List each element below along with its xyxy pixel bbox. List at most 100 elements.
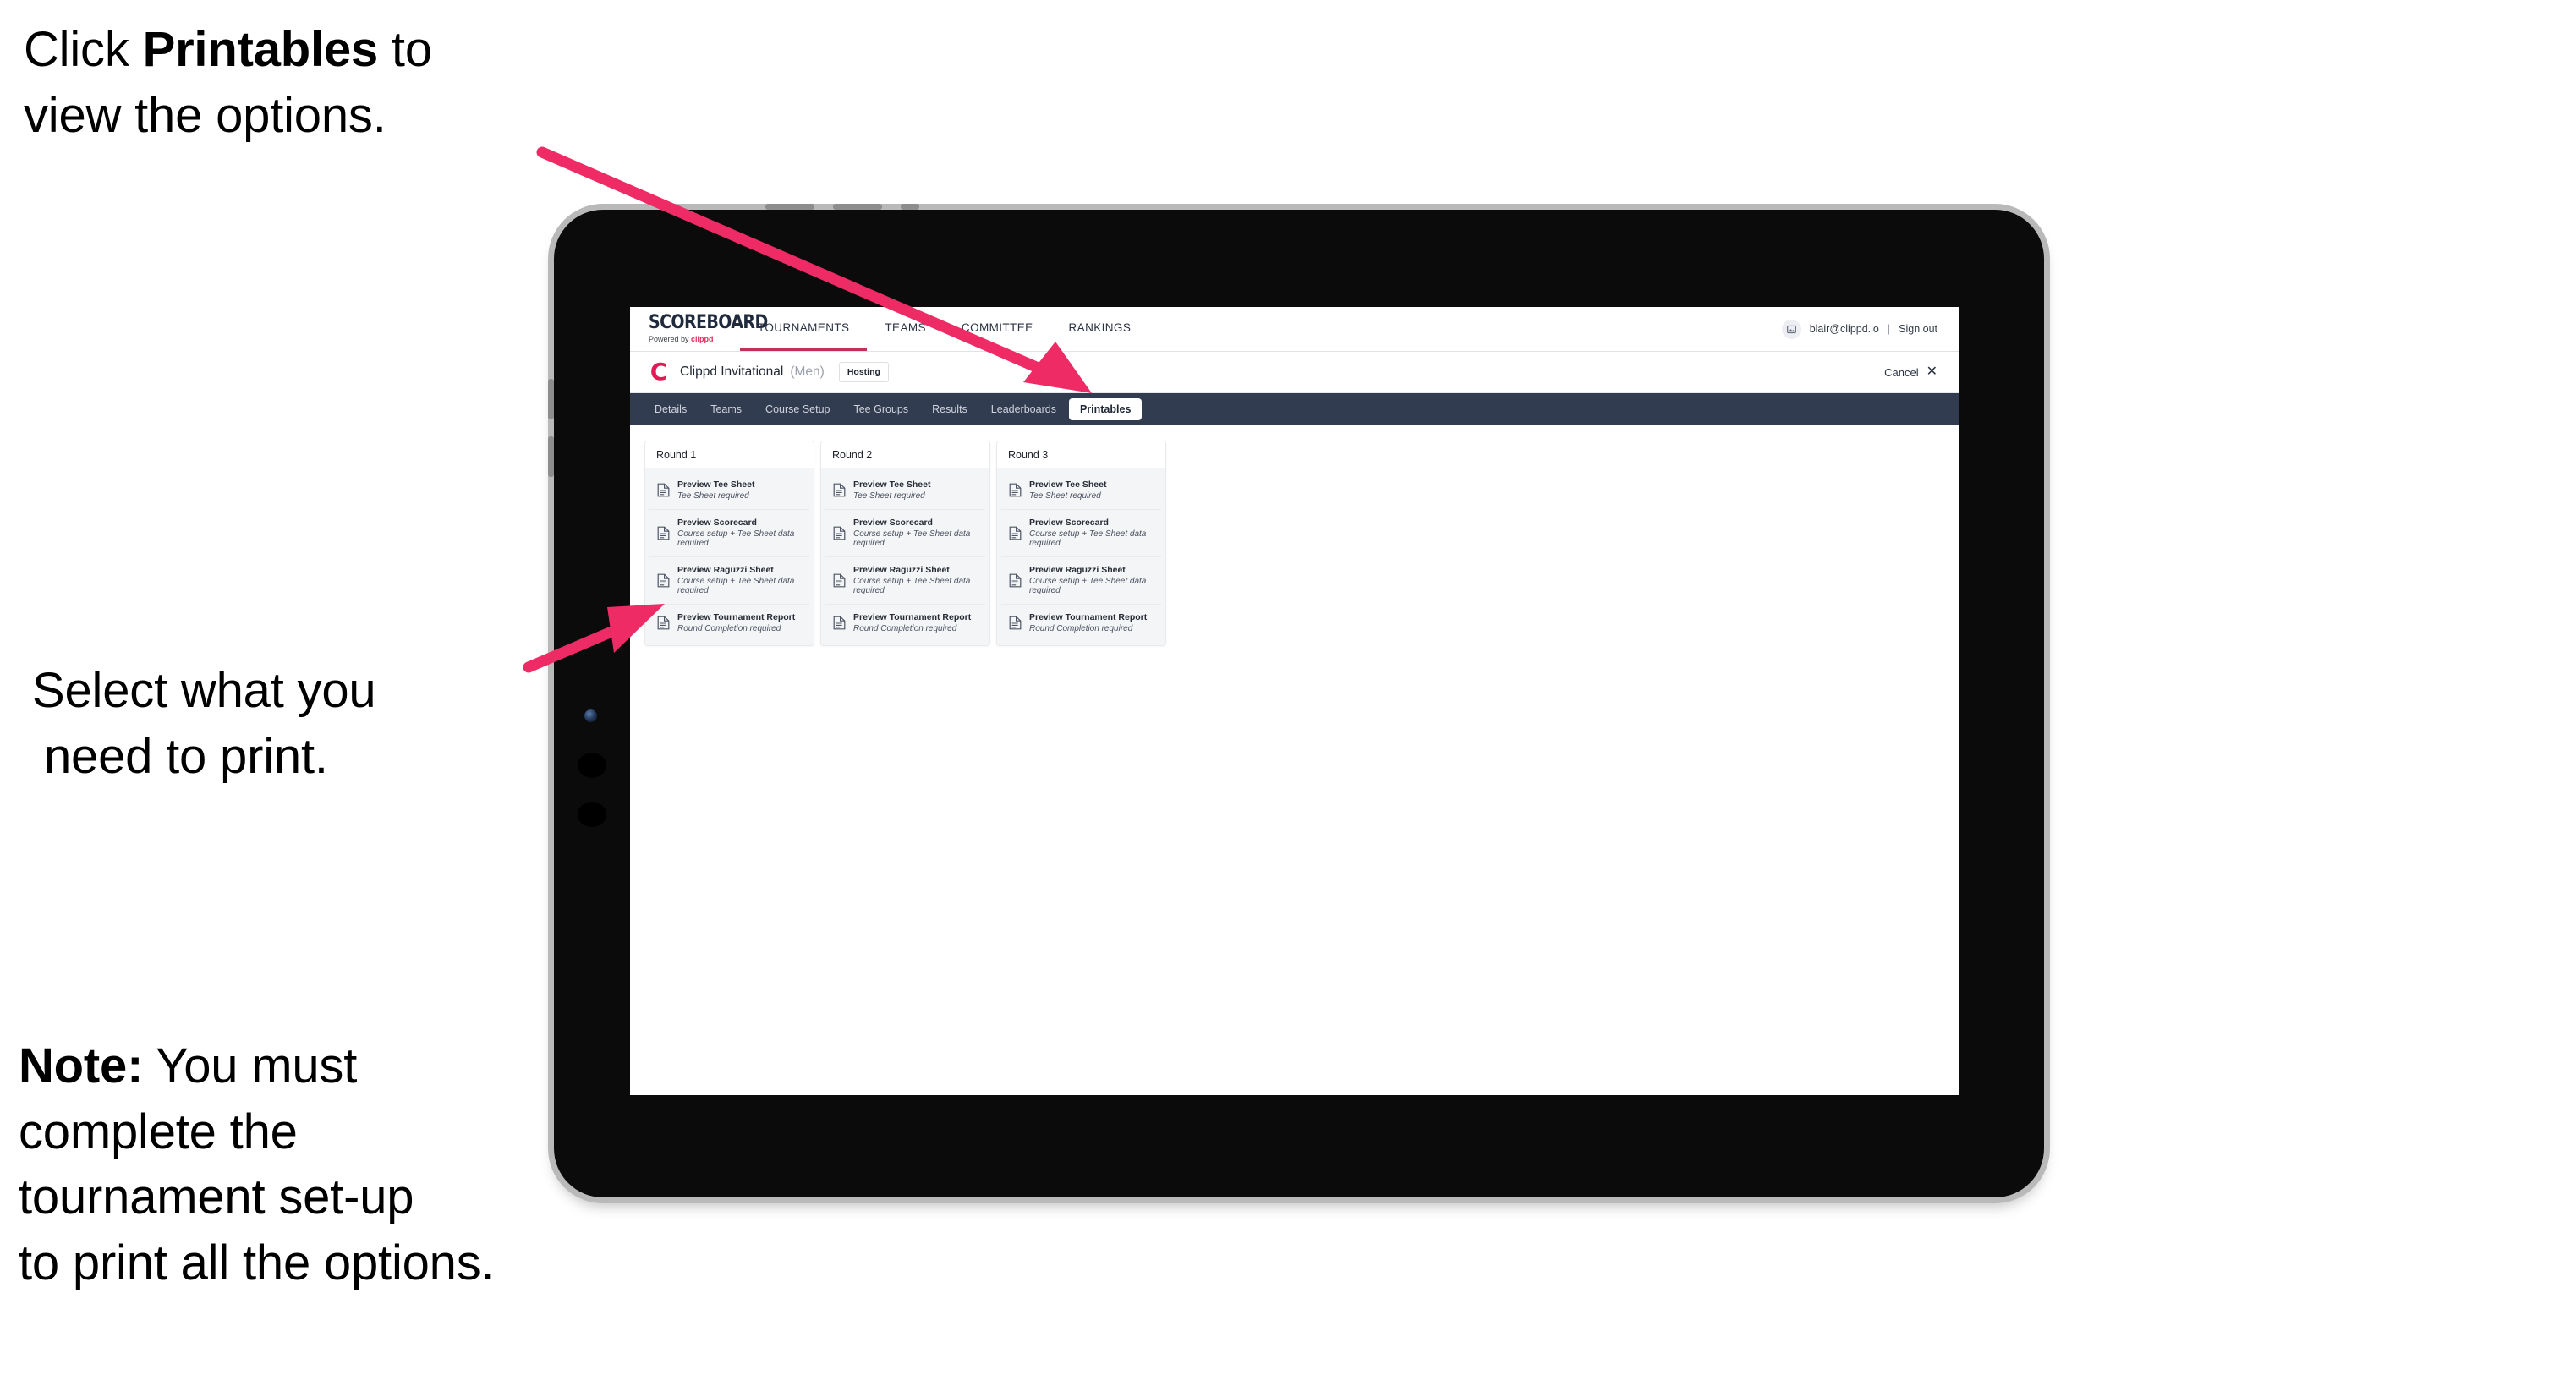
- list-item[interactable]: Preview Tee Sheet Tee Sheet required: [825, 472, 985, 510]
- tab-printables[interactable]: Printables: [1068, 398, 1143, 420]
- list-item[interactable]: Preview Tournament Report Round Completi…: [649, 604, 809, 642]
- scoreboard-logo[interactable]: SCOREBOARD Powered by clippd: [630, 307, 768, 351]
- list-item-title: Preview Tee Sheet: [677, 479, 755, 490]
- top-brand-bar: SCOREBOARD Powered by clippd TOURNAMENTS…: [630, 307, 1959, 352]
- left-button-notch-2: [548, 436, 554, 477]
- tab-teams[interactable]: Teams: [699, 398, 753, 420]
- tournament-header-bar: C Clippd Invitational (Men) Hosting Canc…: [630, 352, 1959, 393]
- tab-tee-groups[interactable]: Tee Groups: [842, 398, 919, 420]
- document-icon: [657, 483, 670, 497]
- list-item-subtitle: Tee Sheet required: [677, 491, 749, 501]
- list-item-text: Preview Raguzzi Sheet Course setup + Tee…: [853, 565, 978, 596]
- document-icon: [833, 573, 846, 588]
- tournament-gender: (Men): [790, 364, 825, 379]
- callout2-line2: need to print.: [44, 728, 328, 784]
- round-title: Round 2: [821, 441, 989, 468]
- list-item-text: Preview Raguzzi Sheet Course setup + Tee…: [677, 565, 803, 596]
- document-icon: [1009, 573, 1022, 588]
- list-item-title: Preview Raguzzi Sheet: [677, 564, 774, 575]
- list-item[interactable]: Preview Tee Sheet Tee Sheet required: [1001, 472, 1161, 510]
- tournament-subnav: Details Teams Course Setup Tee Groups Re…: [630, 393, 1959, 425]
- clippd-c-letter: C: [649, 358, 668, 386]
- scoreboard-wordmark: SCOREBOARD: [649, 311, 768, 333]
- left-button-notch-1: [548, 379, 554, 419]
- list-item-subtitle: Round Completion required: [853, 623, 957, 633]
- list-item[interactable]: Preview Raguzzi Sheet Course setup + Tee…: [649, 556, 809, 605]
- list-item[interactable]: Preview Tee Sheet Tee Sheet required: [649, 472, 809, 510]
- top-button-notch-2: [833, 204, 882, 210]
- document-icon: [1009, 526, 1022, 540]
- round-items-list: Preview Tee Sheet Tee Sheet required Pre…: [821, 468, 989, 646]
- nav-item-teams[interactable]: TEAMS: [867, 307, 944, 351]
- list-item-title: Preview Tournament Report: [1029, 611, 1148, 622]
- callout3-rest: You must: [143, 1038, 358, 1093]
- nav-item-committee[interactable]: COMMITTEE: [944, 307, 1051, 351]
- round-items-list: Preview Tee Sheet Tee Sheet required Pre…: [997, 468, 1165, 646]
- list-item[interactable]: Preview Tournament Report Round Completi…: [825, 604, 985, 642]
- list-item-subtitle: Course setup + Tee Sheet data required: [853, 576, 971, 596]
- list-item-subtitle: Course setup + Tee Sheet data required: [677, 576, 795, 596]
- list-item[interactable]: Preview Raguzzi Sheet Course setup + Tee…: [1001, 556, 1161, 605]
- list-item[interactable]: Preview Scorecard Course setup + Tee She…: [649, 509, 809, 557]
- callout-click-printables: Click Printables to view the options.: [24, 17, 582, 148]
- callout-select-print: Select what you need to print.: [32, 658, 556, 789]
- nav-item-rankings[interactable]: RANKINGS: [1051, 307, 1149, 351]
- account-email: blair@clippd.io: [1809, 323, 1879, 335]
- status-badge: Hosting: [838, 362, 889, 382]
- list-item-subtitle: Course setup + Tee Sheet data required: [853, 529, 971, 549]
- round-items-list: Preview Tee Sheet Tee Sheet required Pre…: [645, 468, 814, 646]
- list-item[interactable]: Preview Raguzzi Sheet Course setup + Tee…: [825, 556, 985, 605]
- tab-results[interactable]: Results: [921, 398, 978, 420]
- document-icon: [1009, 483, 1022, 497]
- list-item-title: Preview Scorecard: [677, 517, 757, 528]
- clippd-c-logo-icon: C: [649, 358, 669, 386]
- round-title: Round 1: [645, 441, 814, 468]
- bezel-sensor-dot-1: [578, 753, 606, 778]
- tagline-clippd: clippd: [691, 335, 714, 343]
- round-title: Round 3: [997, 441, 1165, 468]
- tablet-screen: SCOREBOARD Powered by clippd TOURNAMENTS…: [630, 307, 1959, 1095]
- list-item-text: Preview Tournament Report Round Completi…: [677, 612, 795, 634]
- main-navigation: TOURNAMENTS TEAMS COMMITTEE RANKINGS: [740, 307, 1148, 351]
- list-item-text: Preview Scorecard Course setup + Tee She…: [1029, 518, 1154, 549]
- document-icon: [657, 526, 670, 540]
- list-item[interactable]: Preview Tournament Report Round Completi…: [1001, 604, 1161, 642]
- cancel-label: Cancel: [1884, 365, 1919, 379]
- list-item-subtitle: Tee Sheet required: [853, 491, 925, 501]
- list-item-text: Preview Scorecard Course setup + Tee She…: [677, 518, 803, 549]
- sign-out-link[interactable]: Sign out: [1899, 323, 1937, 335]
- list-item-text: Preview Tee Sheet Tee Sheet required: [853, 479, 930, 501]
- tab-leaderboards[interactable]: Leaderboards: [980, 398, 1067, 420]
- list-item-text: Preview Tee Sheet Tee Sheet required: [1029, 479, 1106, 501]
- document-icon: [833, 616, 846, 630]
- account-area: blair@clippd.io | Sign out: [1781, 307, 1959, 351]
- front-camera-icon: [584, 709, 597, 722]
- list-item-title: Preview Tee Sheet: [853, 479, 931, 490]
- list-item-text: Preview Tournament Report Round Completi…: [1029, 612, 1147, 634]
- list-item-title: Preview Scorecard: [1029, 517, 1109, 528]
- document-icon: [833, 483, 846, 497]
- user-image-icon-glyph: [1786, 325, 1796, 333]
- list-item-title: Preview Tournament Report: [677, 611, 796, 622]
- list-item-title: Preview Tee Sheet: [1029, 479, 1107, 490]
- round-column-3: Round 3 Preview Tee Sheet Tee Sheet requ…: [996, 441, 1166, 647]
- tab-details[interactable]: Details: [644, 398, 698, 420]
- tagline-pre: Powered by: [649, 335, 692, 343]
- list-item[interactable]: Preview Scorecard Course setup + Tee She…: [825, 509, 985, 557]
- document-icon: [657, 573, 670, 588]
- user-image-icon[interactable]: [1781, 319, 1801, 339]
- tournament-name: Clippd Invitational: [680, 364, 784, 379]
- account-separator: |: [1887, 323, 1891, 335]
- list-item-title: Preview Tournament Report: [853, 611, 972, 622]
- callout3-line3: tournament set-up: [19, 1170, 414, 1225]
- bezel-sensor-dot-2: [578, 802, 606, 827]
- callout1-line2: view the options.: [24, 87, 386, 143]
- callout1-prefix: Click: [24, 22, 143, 77]
- cancel-button[interactable]: Cancel ✕: [1884, 365, 1937, 379]
- list-item[interactable]: Preview Scorecard Course setup + Tee She…: [1001, 509, 1161, 557]
- callout1-bold: Printables: [142, 22, 379, 77]
- list-item-text: Preview Tournament Report Round Completi…: [853, 612, 971, 634]
- tab-course-setup[interactable]: Course Setup: [754, 398, 841, 420]
- list-item-title: Preview Scorecard: [853, 517, 933, 528]
- powered-by-tagline: Powered by clippd: [649, 336, 721, 343]
